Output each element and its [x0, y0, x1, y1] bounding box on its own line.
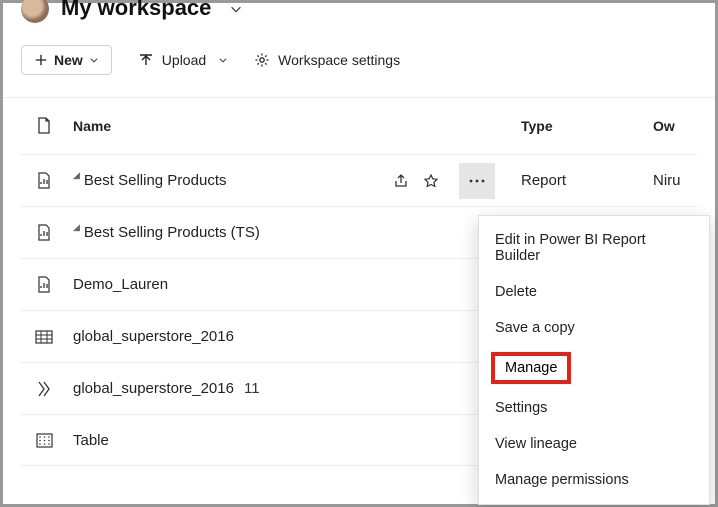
- column-type-header[interactable]: Type: [503, 118, 653, 134]
- item-count: 11: [244, 380, 260, 397]
- menu-manage[interactable]: Manage: [491, 352, 571, 384]
- item-type: Report: [503, 172, 653, 189]
- workspace-title: My workspace: [61, 0, 211, 21]
- upload-label: Upload: [162, 52, 206, 68]
- menu-view-lineage[interactable]: View lineage: [479, 426, 709, 462]
- report-icon: [36, 276, 52, 294]
- item-name: global_superstore_2016: [73, 380, 234, 397]
- item-owner: Niru: [653, 172, 697, 189]
- menu-save-copy[interactable]: Save a copy: [479, 310, 709, 346]
- share-icon[interactable]: [393, 173, 409, 189]
- chevron-down-icon: [89, 55, 99, 65]
- chevron-down-icon[interactable]: [229, 2, 243, 16]
- upload-icon: [138, 52, 154, 68]
- star-icon[interactable]: [423, 173, 439, 189]
- certified-icon: ◢: [73, 170, 80, 181]
- dataflow-icon: [36, 380, 52, 398]
- menu-manage-permissions[interactable]: Manage permissions: [479, 462, 709, 498]
- workspace-settings-label: Workspace settings: [278, 52, 400, 68]
- upload-button[interactable]: Upload: [138, 52, 228, 68]
- table-row[interactable]: ◢ Best Selling Products Report Niru: [21, 154, 697, 206]
- item-name: Best Selling Products (TS): [84, 224, 260, 241]
- item-name: Best Selling Products: [84, 172, 227, 189]
- report-icon: [36, 224, 52, 242]
- table-icon: [36, 433, 53, 448]
- table-header: Name Type Ow: [21, 98, 697, 154]
- more-options-button[interactable]: [459, 163, 495, 199]
- chevron-down-icon: [218, 55, 228, 65]
- workspace-avatar[interactable]: [21, 0, 49, 23]
- item-name: Demo_Lauren: [73, 276, 168, 293]
- item-name: global_superstore_2016: [73, 328, 234, 345]
- item-name: Table: [73, 432, 109, 449]
- new-button-label: New: [54, 52, 83, 68]
- column-owner-header[interactable]: Ow: [653, 118, 697, 134]
- menu-settings[interactable]: Settings: [479, 390, 709, 426]
- new-button[interactable]: New: [21, 45, 112, 75]
- gear-icon: [254, 52, 270, 68]
- menu-delete[interactable]: Delete: [479, 274, 709, 310]
- plus-icon: [34, 53, 48, 67]
- report-icon: [36, 172, 52, 190]
- excel-icon: [35, 328, 53, 346]
- column-name-header[interactable]: Name: [67, 118, 389, 134]
- menu-edit-report-builder[interactable]: Edit in Power BI Report Builder: [479, 222, 709, 274]
- certified-icon: ◢: [73, 222, 80, 233]
- workspace-settings-button[interactable]: Workspace settings: [254, 52, 400, 68]
- document-icon: [36, 117, 52, 135]
- context-menu: Edit in Power BI Report Builder Delete S…: [478, 215, 710, 505]
